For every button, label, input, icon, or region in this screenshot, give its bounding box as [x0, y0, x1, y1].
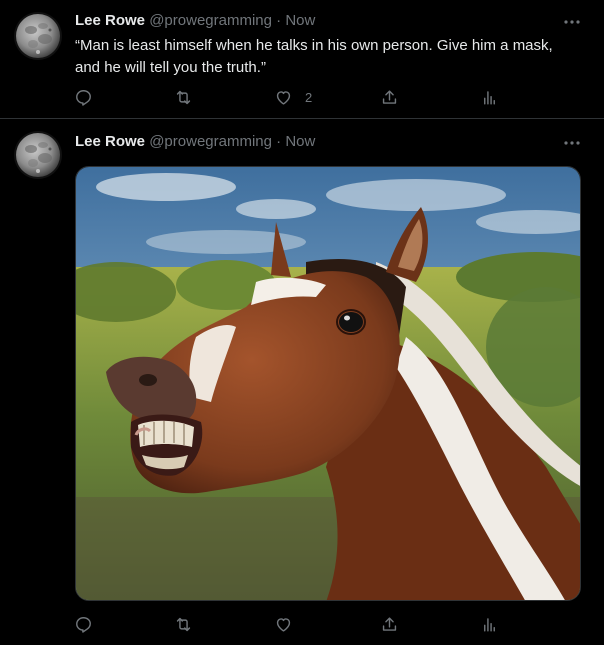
tweet-header: Lee Rowe @prowegramming · Now	[75, 11, 315, 31]
horse-photo	[76, 167, 580, 600]
author-handle[interactable]: @prowegramming	[149, 133, 272, 150]
share-icon	[382, 616, 397, 631]
tweet-text: “Man is least himself when he talks in h…	[75, 35, 575, 79]
tweet-header: Lee Rowe @prowegramming · Now	[75, 132, 315, 152]
more-icon[interactable]	[562, 133, 582, 153]
like-icon	[276, 90, 291, 105]
moon-avatar-image	[14, 131, 62, 179]
reply-icon	[76, 616, 91, 633]
retweet-icon	[176, 617, 191, 631]
retweet-button[interactable]	[174, 86, 193, 108]
action-bar	[62, 613, 522, 635]
like-button[interactable]: 2	[274, 86, 312, 108]
tweet-media-image[interactable]	[75, 166, 581, 601]
author-name[interactable]: Lee Rowe	[75, 12, 145, 29]
reply-button[interactable]	[74, 86, 93, 108]
timestamp[interactable]: Now	[285, 133, 315, 150]
tweet-text-line: “Man is least himself when he talks in h…	[75, 37, 553, 54]
separator-dot: ·	[276, 12, 282, 29]
analytics-icon	[484, 90, 495, 105]
retweet-button[interactable]	[174, 613, 193, 635]
share-button[interactable]	[380, 613, 399, 635]
tweet[interactable]: Lee Rowe @prowegramming · Now	[0, 119, 604, 645]
tweet-text-line: and he will tell you the truth.”	[75, 59, 266, 76]
more-icon[interactable]	[562, 12, 582, 32]
timestamp[interactable]: Now	[285, 12, 315, 29]
tweet[interactable]: Lee Rowe @prowegramming · Now “Man is le…	[0, 0, 604, 119]
like-count: 2	[305, 89, 313, 105]
retweet-icon	[176, 90, 191, 104]
author-name[interactable]: Lee Rowe	[75, 133, 145, 150]
analytics-icon	[484, 617, 495, 632]
analytics-button[interactable]	[480, 86, 499, 108]
avatar[interactable]	[14, 131, 62, 179]
author-handle[interactable]: @prowegramming	[149, 12, 272, 29]
reply-icon	[76, 89, 91, 106]
avatar[interactable]	[14, 12, 62, 60]
like-button[interactable]	[274, 613, 293, 635]
action-bar: 2	[62, 86, 522, 108]
like-icon	[276, 617, 291, 632]
share-icon	[382, 89, 397, 104]
analytics-button[interactable]	[480, 613, 499, 635]
moon-avatar-image	[14, 12, 62, 60]
reply-button[interactable]	[74, 613, 93, 635]
separator-dot: ·	[276, 133, 282, 150]
share-button[interactable]	[380, 86, 399, 108]
